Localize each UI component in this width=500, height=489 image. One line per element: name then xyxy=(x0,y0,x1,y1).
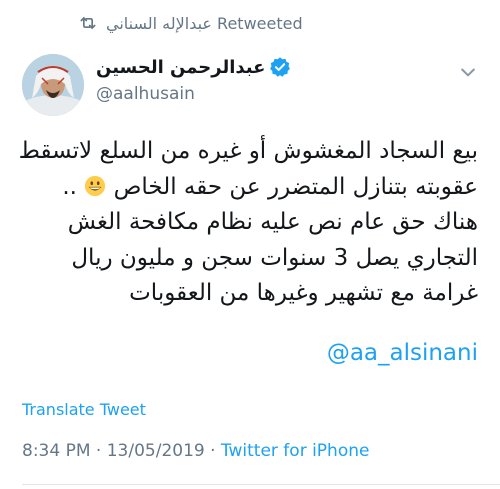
tweet-date: 13/05/2019 xyxy=(106,441,205,461)
author-display-name[interactable]: عبدالرحمن الحسين xyxy=(96,57,265,78)
translate-tweet-link[interactable]: Translate Tweet xyxy=(22,400,146,419)
tweet-line: عقوبته بتنازل المتضرر عن حقه الخاص .. xyxy=(18,170,478,206)
verified-badge-icon xyxy=(270,57,291,77)
tweet-text: بيع السجاد المغشوش أو غيره من السلع لاتس… xyxy=(18,134,478,312)
tweet-line-text: عقوبته بتنازل المتضرر عن حقه الخاص xyxy=(113,173,478,200)
divider xyxy=(22,484,500,485)
author-handle[interactable]: @aalhusain xyxy=(96,84,291,104)
meta-separator: · xyxy=(90,441,107,461)
tweet-card: عبدالإله السناني Retweeted عبدالرحمن الح… xyxy=(0,0,500,489)
retweet-context[interactable]: عبدالإله السناني Retweeted xyxy=(78,10,303,36)
author-block[interactable]: عبدالرحمن الحسين @aalhusain xyxy=(96,56,291,104)
avatar-image xyxy=(22,54,84,116)
tweet-line-suffix: .. xyxy=(62,173,85,200)
retweet-label: عبدالإله السناني Retweeted xyxy=(106,13,303,33)
tweet-time: 8:34 PM xyxy=(22,441,91,461)
grinning-face-emoji-icon xyxy=(85,175,106,196)
tweet-client-link[interactable]: Twitter for iPhone xyxy=(221,441,370,461)
tweet-meta: 8:34 PM · 13/05/2019 · Twitter for iPhon… xyxy=(22,441,369,461)
tweet-line: التجاري يصل 3 سنوات سجن و مليون ريال xyxy=(71,244,478,271)
retweet-icon xyxy=(80,17,96,29)
chevron-down-icon[interactable] xyxy=(458,62,478,82)
mention-link[interactable]: @aa_alsinani xyxy=(327,340,478,366)
tweet-line: غرامة مع تشهير وغيرها من العقوبات xyxy=(129,280,478,306)
tweet-line: بيع السجاد المغشوش أو غيره من السلع لاتس… xyxy=(18,138,478,164)
meta-separator: · xyxy=(204,441,221,461)
avatar[interactable] xyxy=(22,54,84,116)
tweet-line: هناك حق عام نص عليه نظام مكافحة الغش xyxy=(67,209,478,235)
